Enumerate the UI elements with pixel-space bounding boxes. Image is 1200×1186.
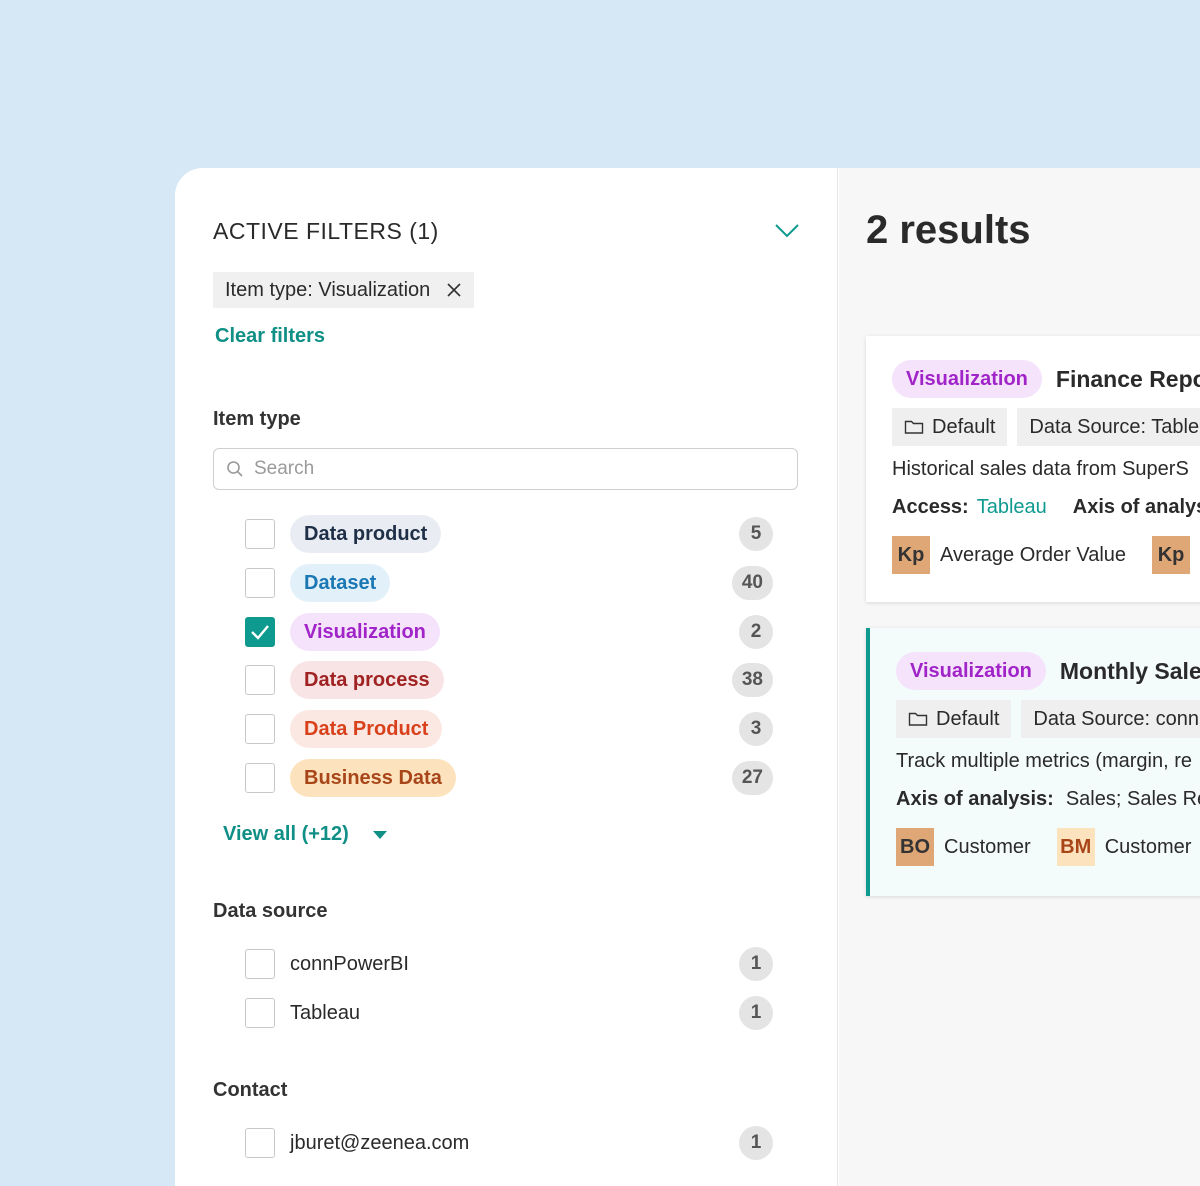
results-count-title: 2 results bbox=[866, 208, 1031, 252]
access-value[interactable]: Tableau bbox=[977, 496, 1047, 519]
item-type-tag: Visualization bbox=[290, 613, 440, 651]
result-title[interactable]: Finance Repo bbox=[1056, 366, 1200, 393]
filter-count-badge: 40 bbox=[731, 566, 773, 600]
filter-option[interactable]: Data product 5 bbox=[245, 515, 773, 553]
filter-count-badge: 38 bbox=[731, 663, 773, 697]
item-type-tag: Business Data bbox=[290, 759, 456, 797]
filter-option[interactable]: Data Product 3 bbox=[245, 710, 773, 748]
source-pill: Data Source: Table bbox=[1017, 408, 1200, 446]
business-object-avatar: BO bbox=[896, 828, 934, 866]
folder-icon bbox=[908, 712, 928, 726]
filter-count-badge: 27 bbox=[731, 761, 773, 795]
axis-value: Sales; Sales Re bbox=[1065, 788, 1200, 810]
caret-down-icon bbox=[372, 830, 387, 839]
filter-option-label: jburet@zeenea.com bbox=[290, 1131, 470, 1154]
access-label: Access: bbox=[892, 496, 969, 518]
folder-icon bbox=[904, 420, 924, 434]
filter-checkbox[interactable] bbox=[245, 714, 275, 744]
result-card-selected[interactable]: Visualization Monthly Sale Default Data … bbox=[866, 628, 1200, 896]
filter-option[interactable]: jburet@zeenea.com 1 bbox=[245, 1125, 773, 1161]
filters-sidebar: ACTIVE FILTERS (1) Item type: Visualizat… bbox=[175, 168, 838, 1186]
filter-option[interactable]: Dataset 40 bbox=[245, 564, 773, 602]
item-type-tag: Data Product bbox=[290, 710, 443, 748]
filter-checkbox[interactable] bbox=[245, 568, 275, 598]
result-description: Historical sales data from SuperS bbox=[892, 458, 1189, 480]
active-filter-chip-label: Item type: Visualization bbox=[225, 278, 431, 301]
filter-option[interactable]: Data process 38 bbox=[245, 661, 773, 699]
filter-count-badge: 1 bbox=[739, 1126, 773, 1160]
kpi-avatar: Kp bbox=[892, 536, 930, 574]
item-type-badge: Visualization bbox=[892, 360, 1042, 398]
chevron-down-icon[interactable] bbox=[773, 220, 801, 240]
filter-checkbox[interactable] bbox=[245, 617, 275, 647]
main-panel: ACTIVE FILTERS (1) Item type: Visualizat… bbox=[175, 168, 1200, 1186]
filter-count-badge: 3 bbox=[739, 712, 773, 746]
search-icon bbox=[227, 461, 243, 477]
search-input[interactable] bbox=[254, 458, 774, 480]
item-type-tag: Data process bbox=[290, 661, 444, 699]
clear-filters-link[interactable]: Clear filters bbox=[215, 325, 325, 348]
result-card[interactable]: Visualization Finance Repo Default Data … bbox=[866, 336, 1200, 602]
view-all-button[interactable]: View all (+12) bbox=[223, 823, 387, 846]
axis-label: Axis of analys bbox=[1072, 496, 1200, 518]
filter-count-badge: 1 bbox=[739, 996, 773, 1030]
result-description: Track multiple metrics (margin, re bbox=[896, 750, 1192, 772]
active-filter-chip: Item type: Visualization bbox=[213, 272, 475, 308]
filter-checkbox[interactable] bbox=[245, 763, 275, 793]
axis-label: Axis of analysis: bbox=[896, 788, 1054, 810]
source-label: Data Source: Table bbox=[1029, 415, 1200, 438]
results-area: 2 results Visualization Finance Repo Def… bbox=[839, 168, 1200, 1186]
filter-option[interactable]: Business Data 27 bbox=[245, 759, 773, 797]
contact-title: Contact bbox=[213, 1079, 288, 1101]
view-all-label: View all (+12) bbox=[223, 823, 349, 845]
folder-pill: Default bbox=[892, 408, 1008, 446]
item-type-title: Item type bbox=[213, 408, 301, 430]
data-source-title: Data source bbox=[213, 900, 328, 922]
filter-option[interactable]: Tableau 1 bbox=[245, 995, 773, 1031]
business-metric-label: Customer bbox=[1104, 835, 1192, 858]
close-icon[interactable] bbox=[446, 282, 462, 298]
filter-checkbox[interactable] bbox=[245, 519, 275, 549]
check-icon bbox=[251, 625, 269, 640]
result-title[interactable]: Monthly Sale bbox=[1060, 658, 1200, 685]
folder-pill: Default bbox=[896, 700, 1012, 738]
filter-checkbox[interactable] bbox=[245, 949, 275, 979]
business-object-label: Customer bbox=[944, 835, 1031, 858]
filter-option-label: Tableau bbox=[290, 1001, 361, 1024]
kpi-avatar: Kp bbox=[1152, 536, 1191, 574]
folder-label: Default bbox=[932, 415, 996, 438]
filter-checkbox[interactable] bbox=[245, 1128, 275, 1158]
filter-checkbox[interactable] bbox=[245, 998, 275, 1028]
filter-count-badge: 2 bbox=[739, 615, 773, 649]
source-pill: Data Source: conn bbox=[1021, 700, 1200, 738]
filter-option[interactable]: Visualization 2 bbox=[245, 613, 773, 651]
folder-label: Default bbox=[936, 707, 1000, 730]
filter-count-badge: 5 bbox=[739, 517, 773, 551]
item-type-badge: Visualization bbox=[896, 652, 1046, 690]
kpi-label: Average Order Value bbox=[940, 543, 1127, 566]
source-label: Data Source: conn bbox=[1033, 707, 1200, 730]
filter-option-label: connPowerBI bbox=[290, 952, 409, 975]
filter-count-badge: 1 bbox=[739, 947, 773, 981]
business-metric-avatar: BM bbox=[1056, 828, 1095, 866]
item-type-tag: Dataset bbox=[290, 564, 391, 602]
item-type-search bbox=[213, 448, 798, 490]
active-filters-title: ACTIVE FILTERS (1) bbox=[213, 218, 439, 244]
item-type-tag: Data product bbox=[290, 515, 442, 553]
filter-checkbox[interactable] bbox=[245, 665, 275, 695]
filter-option[interactable]: connPowerBI 1 bbox=[245, 946, 773, 982]
